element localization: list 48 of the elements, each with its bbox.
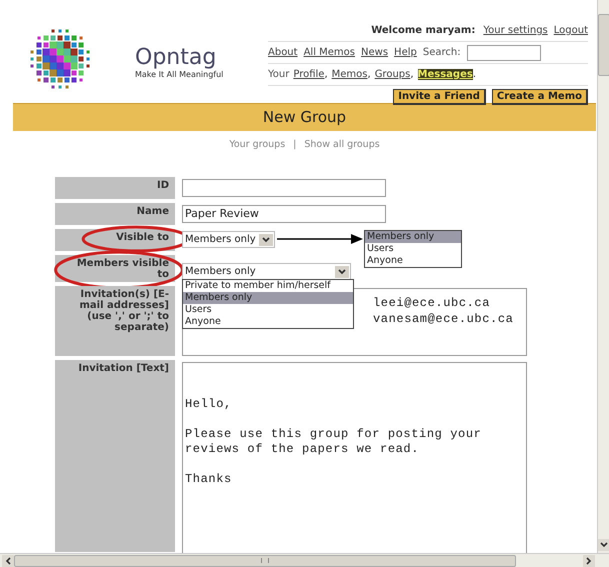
header-button[interactable]: Invite a Friend [393, 88, 486, 104]
your-label: Your [268, 69, 290, 80]
dropdown-option[interactable]: Anyone [365, 255, 461, 267]
welcome-text: Welcome maryam: [371, 25, 476, 36]
punctuation: , [368, 69, 371, 80]
tagline: Make It All Meaningful [135, 70, 224, 79]
sub-link[interactable]: Your groups [229, 139, 286, 153]
search-field[interactable] [466, 44, 541, 60]
scrollbar-thumb[interactable] [598, 14, 609, 76]
punctuation: , [324, 69, 328, 80]
account-link[interactable]: Logout [554, 25, 588, 36]
dropdown[interactable]: Members only [182, 231, 275, 248]
punctuation: , [410, 69, 414, 80]
header-button[interactable]: Create a Memo [492, 88, 588, 104]
field-label: ID [55, 177, 175, 199]
field-label: Name [55, 203, 175, 225]
text-field[interactable] [182, 179, 386, 197]
scroll-down-icon[interactable] [598, 539, 609, 551]
text-field[interactable]: Paper Review [182, 205, 386, 223]
scroll-right-icon[interactable] [583, 554, 595, 566]
horizontal-scrollbar[interactable] [0, 553, 609, 567]
search-label: Search: [422, 47, 461, 58]
vertical-scrollbar[interactable] [597, 0, 609, 553]
dropdown-option[interactable]: Members only [365, 231, 461, 243]
punctuation: . [472, 69, 476, 80]
scrollbar-thumb[interactable] [14, 554, 516, 566]
separator: | [293, 139, 296, 152]
scroll-left-icon[interactable] [2, 554, 14, 566]
dropdown[interactable]: Members only [182, 263, 351, 280]
page-title: New Group [13, 103, 596, 131]
dropdown-option[interactable]: Anyone [183, 316, 353, 328]
nav-link[interactable]: News [361, 47, 388, 58]
dropdown-option[interactable]: Users [183, 304, 353, 316]
field-label: Invitation(s) [E-mail addresses] (use ',' or ';' to separate) [55, 286, 175, 356]
field-label: Invitation [Text] [55, 360, 175, 552]
nav-link[interactable]: Profile [293, 69, 324, 80]
nav-link[interactable]: Groups [374, 69, 410, 80]
nav-link[interactable]: Memos [332, 69, 368, 80]
nav-link[interactable]: Messages [418, 69, 473, 80]
nav-link[interactable]: About [268, 47, 298, 58]
account-link[interactable]: Your settings [483, 25, 548, 36]
sub-link[interactable]: Show all groups [304, 139, 380, 153]
dropdown-option[interactable]: Members only [183, 292, 353, 304]
dropdown-option[interactable]: Users [365, 243, 461, 255]
nav-link[interactable]: Help [394, 47, 417, 58]
site-name[interactable]: Opntag [135, 46, 261, 70]
nav-link[interactable]: All Memos [304, 47, 356, 58]
text-area[interactable]: Hello, Please use this group for posting your reviews of the papers we read. Thanks [182, 362, 527, 553]
